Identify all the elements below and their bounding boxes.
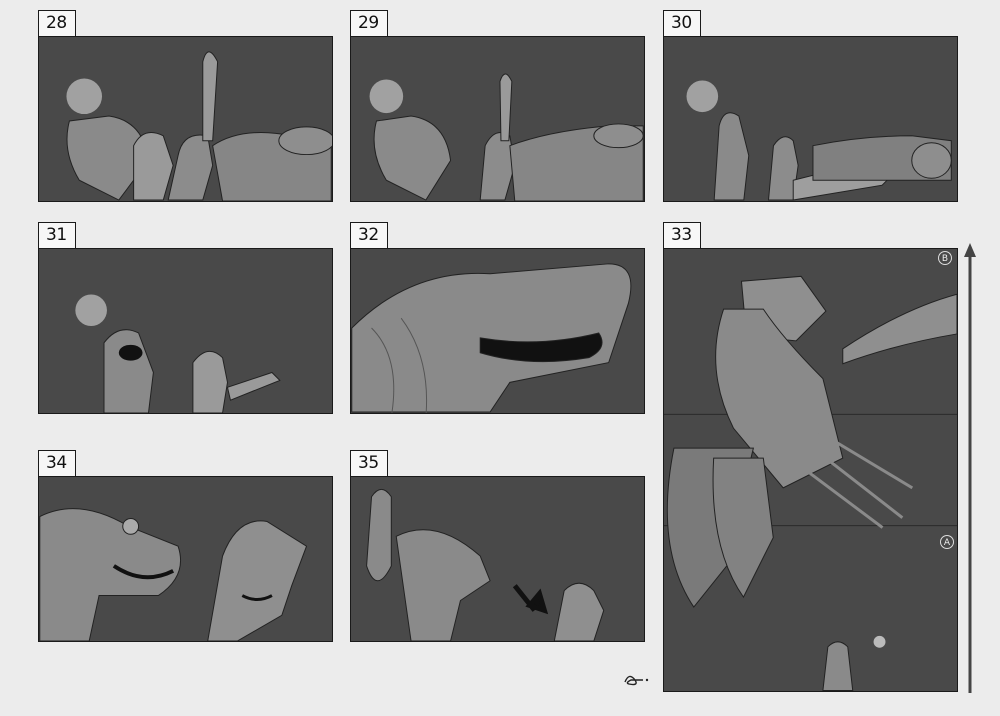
panel-number-30: 30 bbox=[663, 10, 701, 37]
panel-33-sketch bbox=[664, 275, 957, 691]
panel-number-29: 29 bbox=[350, 10, 388, 37]
action-arrow-icon bbox=[512, 584, 549, 615]
panel-28-sketch bbox=[66, 51, 332, 201]
panel-30-sketch bbox=[686, 80, 952, 201]
panel-number-34: 34 bbox=[38, 450, 76, 477]
camera-move-arrow-icon bbox=[964, 243, 976, 693]
panel-number-32: 32 bbox=[350, 222, 388, 249]
panel-32 bbox=[350, 248, 645, 414]
panel-number-31: 31 bbox=[38, 222, 76, 249]
panel-29 bbox=[350, 36, 645, 202]
storyboard-page: 28 29 30 31 32 33 B A 34 35 bbox=[0, 0, 1000, 716]
marker-b: B bbox=[938, 251, 952, 265]
panel-31 bbox=[38, 248, 333, 414]
panel-29-sketch bbox=[369, 73, 644, 201]
panel-number-35: 35 bbox=[350, 450, 388, 477]
panel-35-sketch bbox=[366, 488, 605, 641]
panel-34-sketch bbox=[39, 508, 308, 641]
panel-35 bbox=[350, 476, 645, 642]
marker-a: A bbox=[940, 535, 954, 549]
panel-28 bbox=[38, 36, 333, 202]
signature-mark bbox=[624, 675, 649, 686]
panel-number-28: 28 bbox=[38, 10, 76, 37]
panel-31-sketch bbox=[75, 294, 281, 413]
panel-32-sketch bbox=[351, 263, 632, 413]
panel-33: B A bbox=[663, 248, 958, 692]
panel-number-33: 33 bbox=[663, 222, 701, 249]
panel-34 bbox=[38, 476, 333, 642]
panel-30 bbox=[663, 36, 958, 202]
